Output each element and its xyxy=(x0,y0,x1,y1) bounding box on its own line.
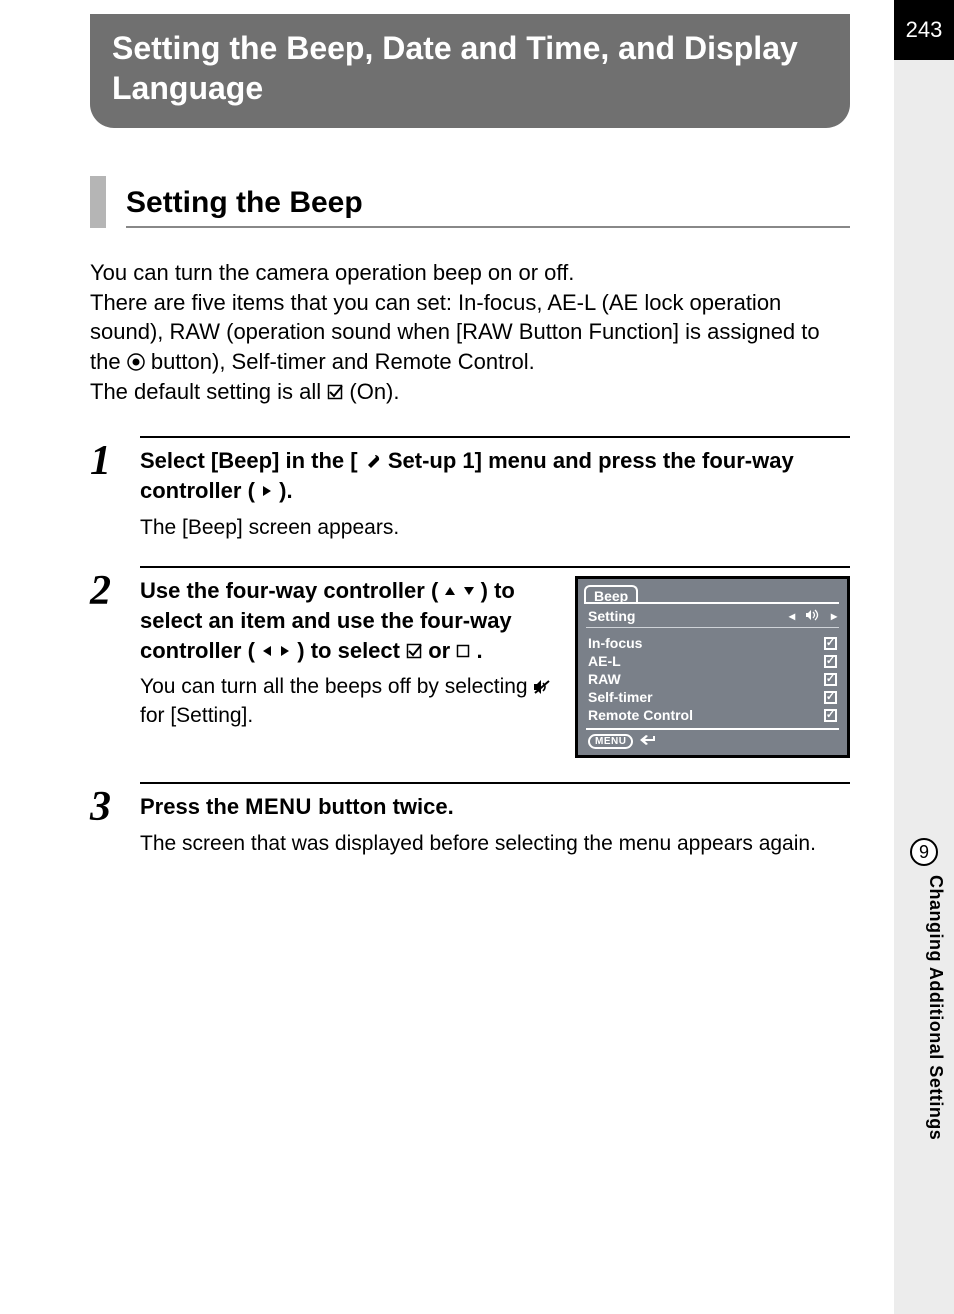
screen-row-label: In-focus xyxy=(588,635,642,651)
checkbox-checked-icon xyxy=(327,384,343,400)
chapter-badge: 9 xyxy=(910,838,938,866)
screen-tab: Beep xyxy=(584,585,638,604)
step-1-title-a: Select [Beep] in the [ xyxy=(140,448,358,473)
section-heading: Setting the Beep xyxy=(126,186,363,220)
page-content: Setting the Beep, Date and Time, and Dis… xyxy=(90,14,850,882)
camera-screen: Beep Setting ◂ ▸ I xyxy=(575,576,850,758)
step-2-title: Use the four-way controller ( ) to selec… xyxy=(140,576,555,665)
section-heading-row: Setting the Beep xyxy=(90,176,850,228)
step-3-number: 3 xyxy=(90,782,140,858)
speaker-mute-icon xyxy=(533,679,551,695)
screen-item-list: In-focus ✓ AE-L ✓ RAW ✓ Self-timer ✓ Remote … xyxy=(586,628,839,728)
screen-row-label: Self-timer xyxy=(588,689,653,705)
step-2-title-c: ) to select xyxy=(297,638,406,663)
return-arrow-icon xyxy=(639,733,657,749)
screen-row-selftimer: Self-timer ✓ xyxy=(588,688,837,706)
screen-row-remote: Remote Control ✓ xyxy=(588,706,837,724)
left-triangle-icon xyxy=(261,645,273,657)
chapter-number: 9 xyxy=(919,842,929,863)
checkbox-checked-icon: ✓ xyxy=(824,637,837,650)
menu-word: MENU xyxy=(245,794,312,819)
step-1-desc: The [Beep] screen appears. xyxy=(140,514,850,542)
intro-line1: You can turn the camera operation beep o… xyxy=(90,260,574,285)
side-chapter-label: Changing Additional Settings xyxy=(925,875,946,1140)
step-2-number: 2 xyxy=(90,566,140,758)
down-triangle-icon xyxy=(463,585,475,597)
screen-setting-row: Setting ◂ ▸ xyxy=(586,602,839,628)
screen-row-raw: RAW ✓ xyxy=(588,670,837,688)
checkbox-empty-icon xyxy=(456,644,470,658)
intro-line3b: (On). xyxy=(349,379,399,404)
step-1-number: 1 xyxy=(90,436,140,542)
right-triangle-icon xyxy=(279,645,291,657)
step-3-title: Press the MENU button twice. xyxy=(140,792,850,822)
screen-row-label: RAW xyxy=(588,671,621,687)
page-number: 243 xyxy=(906,17,943,43)
step-3-title-b: button twice. xyxy=(318,794,454,819)
screen-row-ael: AE-L ✓ xyxy=(588,652,837,670)
screen-row-infocus: In-focus ✓ xyxy=(588,634,837,652)
checkbox-checked-icon xyxy=(406,643,422,659)
screen-row-label: Remote Control xyxy=(588,707,693,723)
checkbox-checked-icon: ✓ xyxy=(824,655,837,668)
step-2: 2 Use the four-way controller ( ) to sel… xyxy=(90,566,850,758)
step-1-title: Select [Beep] in the [ Set-up 1] menu an… xyxy=(140,446,850,505)
step-3: 3 Press the MENU button twice. The scree… xyxy=(90,782,850,858)
menu-button-label: MENU xyxy=(588,734,633,749)
step-2-title-a: Use the four-way controller ( xyxy=(140,578,438,603)
section-heading-bar xyxy=(90,176,106,228)
page-title: Setting the Beep, Date and Time, and Dis… xyxy=(112,30,798,106)
screen-setting-label: Setting xyxy=(588,608,635,624)
speaker-on-icon xyxy=(805,609,821,624)
step-2-title-d: or xyxy=(428,638,456,663)
up-triangle-icon xyxy=(444,585,456,597)
intro-paragraph: You can turn the camera operation beep o… xyxy=(90,258,850,406)
right-triangle-icon xyxy=(261,485,273,497)
checkbox-checked-icon: ✓ xyxy=(824,691,837,704)
section-heading-underline: Setting the Beep xyxy=(126,176,850,228)
page-number-tab: 243 xyxy=(894,0,954,60)
checkbox-checked-icon: ✓ xyxy=(824,673,837,686)
step-3-desc: The screen that was displayed before sel… xyxy=(140,830,850,858)
step-2-desc-a: You can turn all the beeps off by select… xyxy=(140,675,533,698)
wrench-icon xyxy=(364,453,382,471)
step-1: 1 Select [Beep] in the [ Set-up 1] menu … xyxy=(90,436,850,542)
screen-footer: MENU xyxy=(586,728,839,751)
screen-setting-control: ◂ ▸ xyxy=(789,609,837,624)
intro-line3a: The default setting is all xyxy=(90,379,327,404)
page-title-banner: Setting the Beep, Date and Time, and Dis… xyxy=(90,14,850,128)
right-arrow-small-icon: ▸ xyxy=(831,609,837,623)
step-2-desc: You can turn all the beeps off by select… xyxy=(140,673,555,730)
intro-line2b: button), Self-timer and Remote Control. xyxy=(151,349,535,374)
step-2-title-e: . xyxy=(476,638,482,663)
record-button-icon xyxy=(127,353,145,371)
left-arrow-small-icon: ◂ xyxy=(789,609,795,623)
step-3-title-a: Press the xyxy=(140,794,245,819)
checkbox-checked-icon: ✓ xyxy=(824,709,837,722)
step-1-title-c: ). xyxy=(279,478,292,503)
step-2-desc-b: for [Setting]. xyxy=(140,704,253,727)
screen-row-label: AE-L xyxy=(588,653,621,669)
